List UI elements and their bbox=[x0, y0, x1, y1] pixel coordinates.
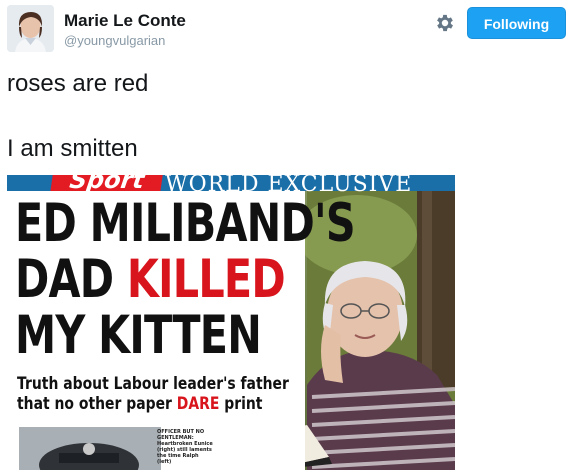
subhead-line-1: Truth about Labour leader's father bbox=[17, 374, 289, 394]
subhead-text-b: print bbox=[219, 394, 263, 414]
subhead-text-a: that no other paper bbox=[17, 394, 177, 414]
headline-line-2: DAD KILLED bbox=[15, 253, 286, 306]
inset-photo bbox=[19, 427, 161, 470]
tweet-text-line-1: roses are red bbox=[7, 70, 149, 97]
headline-dad: DAD bbox=[15, 249, 127, 310]
headline-line-1: ED MILIBAND'S bbox=[15, 193, 356, 254]
subhead-line-2: that no other paper DARE print bbox=[17, 395, 262, 414]
display-name[interactable]: Marie Le Conte bbox=[64, 11, 186, 31]
tweet-text-line-2: I am smitten bbox=[7, 135, 138, 162]
gear-icon[interactable] bbox=[434, 12, 456, 34]
user-handle[interactable]: @youngvulgarian bbox=[64, 33, 165, 48]
tweet-photo[interactable]: Sport WORLD EXCLUSIVE ED MILIBAND'S DAD … bbox=[7, 175, 455, 470]
photo-caption: OFFICER BUT NO GENTLEMAN: Heartbroken Eu… bbox=[157, 429, 213, 465]
avatar[interactable] bbox=[7, 5, 54, 52]
headline-killed: KILLED bbox=[126, 249, 286, 310]
headline-line-3: MY KITTEN bbox=[15, 305, 262, 366]
subhead-dare: DARE bbox=[176, 394, 220, 414]
sport-logo: Sport bbox=[50, 175, 164, 194]
following-button[interactable]: Following bbox=[467, 7, 566, 39]
